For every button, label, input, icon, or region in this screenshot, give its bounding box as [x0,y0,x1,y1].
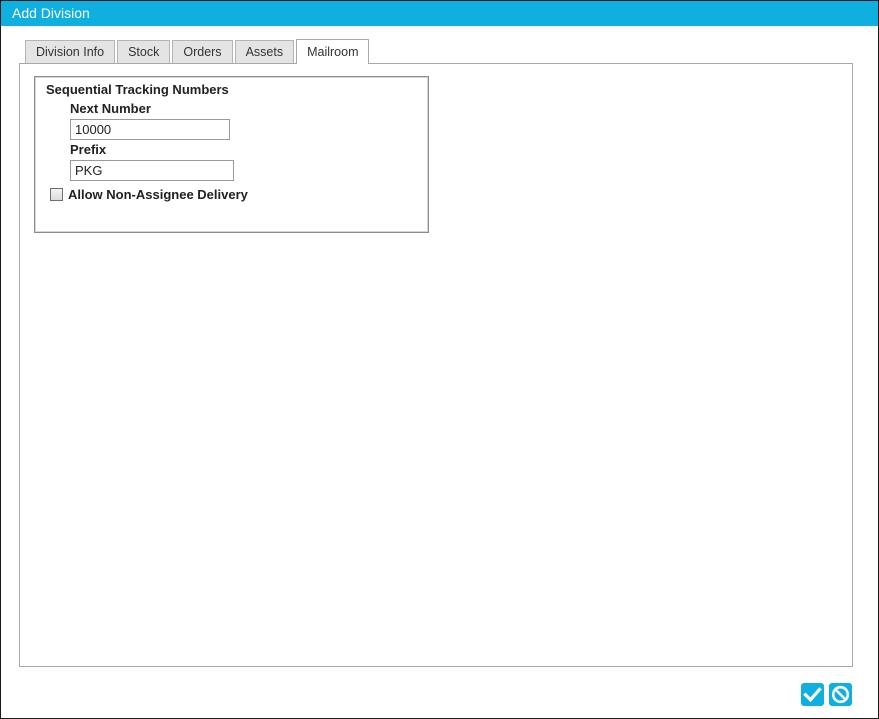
tab-bar: Division Info Stock Orders Assets Mailro… [25,39,371,64]
save-button[interactable] [801,683,824,706]
mailroom-panel: Sequential Tracking Numbers Next Number … [19,63,853,667]
prefix-input[interactable] [70,160,234,181]
dialog-title: Add Division [1,1,878,26]
tab-stock[interactable]: Stock [117,40,171,64]
tab-division-info[interactable]: Division Info [25,40,116,64]
next-number-label: Next Number [70,101,151,116]
allow-non-assignee-checkbox[interactable] [50,188,63,201]
allow-non-assignee-row[interactable]: Allow Non-Assignee Delivery [50,187,248,202]
cancel-icon [831,685,850,704]
cancel-button[interactable] [829,683,852,706]
tab-mailroom[interactable]: Mailroom [296,39,370,64]
next-number-input[interactable] [70,119,230,140]
add-division-dialog: Add Division Division Info Stock Orders … [0,0,879,719]
allow-non-assignee-label: Allow Non-Assignee Delivery [68,187,248,202]
prefix-label: Prefix [70,142,107,157]
sequential-tracking-group: Sequential Tracking Numbers Next Number … [34,76,429,233]
tab-orders[interactable]: Orders [172,40,233,64]
checkmark-icon [803,687,822,703]
group-title: Sequential Tracking Numbers [46,82,229,97]
tab-assets[interactable]: Assets [234,40,295,64]
